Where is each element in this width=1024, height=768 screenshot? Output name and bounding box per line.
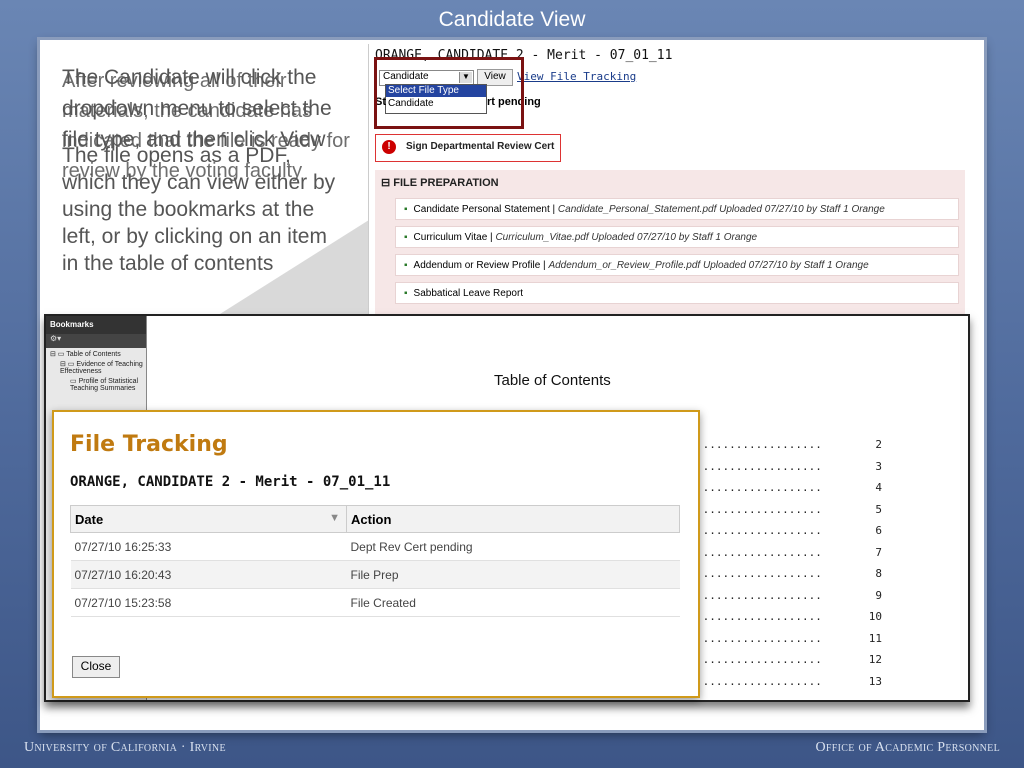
file-tracking-title: File Tracking xyxy=(70,432,228,457)
toc-page-number[interactable]: 12 xyxy=(862,653,882,666)
file-preparation-section: ⊟ FILE PREPARATION ▪ Candidate Personal S… xyxy=(375,170,965,330)
toc-title: Table of Contents xyxy=(494,372,611,389)
toc-dots: ................... xyxy=(696,631,822,645)
sign-cert-alert[interactable]: ! Sign Departmental Review Cert xyxy=(375,134,561,162)
action-column-header[interactable]: Action xyxy=(346,505,680,533)
toc-page-number[interactable]: 4 xyxy=(862,481,882,494)
highlight-box xyxy=(374,57,524,129)
table-row: 07/27/10 16:25:33 Dept Rev Cert pending xyxy=(70,532,680,561)
bookmarks-toolbar[interactable]: ⚙▾ xyxy=(46,334,146,348)
toc-dots: ................... xyxy=(696,459,822,473)
toc-page-number[interactable]: 6 xyxy=(862,524,882,537)
toc-dots: ................... xyxy=(696,653,822,666)
bookmarks-title: Bookmarks xyxy=(46,316,146,334)
footer-right: Office of Academic Personnel xyxy=(815,740,1000,755)
toc-page-number[interactable]: 5 xyxy=(862,503,882,516)
toc-page-number[interactable]: 2 xyxy=(862,438,882,451)
toc-dots: ................... xyxy=(696,674,822,688)
toc-dots: ................... xyxy=(696,438,822,451)
list-item[interactable]: ▪ Curriculum Vitae | Curriculum_Vitae.pdf… xyxy=(395,226,959,248)
toc-dots: ................... xyxy=(696,588,822,602)
close-button[interactable]: Close xyxy=(72,656,120,678)
sort-icon[interactable]: ▼ xyxy=(329,512,340,524)
toc-dots: ................... xyxy=(696,545,822,559)
toc-page-number[interactable]: 8 xyxy=(862,567,882,580)
toc-dots: ................... xyxy=(696,502,822,516)
file-tracking-dialog: File Tracking ORANGE, CANDIDATE 2 - Meri… xyxy=(52,410,700,698)
table-row: 07/27/10 15:23:58 File Created xyxy=(70,588,680,617)
toc-page-number[interactable]: 7 xyxy=(862,546,882,559)
toc-page-number[interactable]: 13 xyxy=(862,675,882,688)
section-title[interactable]: ⊟ FILE PREPARATION xyxy=(375,170,965,195)
toc-page-number[interactable]: 9 xyxy=(862,589,882,602)
bookmark-item[interactable]: ▭ Profile of Statistical Teaching Summar… xyxy=(46,377,146,392)
toc-dots: ................... xyxy=(696,481,822,494)
toc-page-number[interactable]: 11 xyxy=(862,632,882,645)
toc-dots: ................... xyxy=(696,567,822,580)
file-tracking-subtitle: ORANGE, CANDIDATE 2 - Merit - 07_01_11 xyxy=(70,474,391,490)
list-item[interactable]: ▪ Candidate Personal Statement | Candidat… xyxy=(395,198,959,220)
view-file-tracking-link[interactable]: View File Tracking xyxy=(517,70,636,83)
alert-icon: ! xyxy=(382,140,396,154)
list-item[interactable]: ▪ Sabbatical Leave Report xyxy=(395,282,959,304)
alert-label: Sign Departmental Review Cert xyxy=(406,141,555,152)
toc-dots: ................... xyxy=(696,524,822,537)
tracking-table: Date ▼ Action 07/27/10 16:25:33 Dept Rev C… xyxy=(70,505,680,617)
table-row: 07/27/10 16:20:43 File Prep xyxy=(70,560,680,589)
footer-left: University of California · Irvine xyxy=(24,740,226,755)
toc-page-number[interactable]: 3 xyxy=(862,460,882,473)
bookmark-item[interactable]: ⊟ ▭ Table of Contents xyxy=(46,350,146,358)
list-item[interactable]: ▪ Addendum or Review Profile | Addendum_o… xyxy=(395,254,959,276)
date-column-header[interactable]: Date ▼ xyxy=(70,505,347,533)
toc-dots: ................... xyxy=(696,610,822,623)
bookmark-item[interactable]: ⊟ ▭ Evidence of Teaching Effectiveness xyxy=(46,360,146,375)
toc-page-number[interactable]: 10 xyxy=(862,610,882,623)
